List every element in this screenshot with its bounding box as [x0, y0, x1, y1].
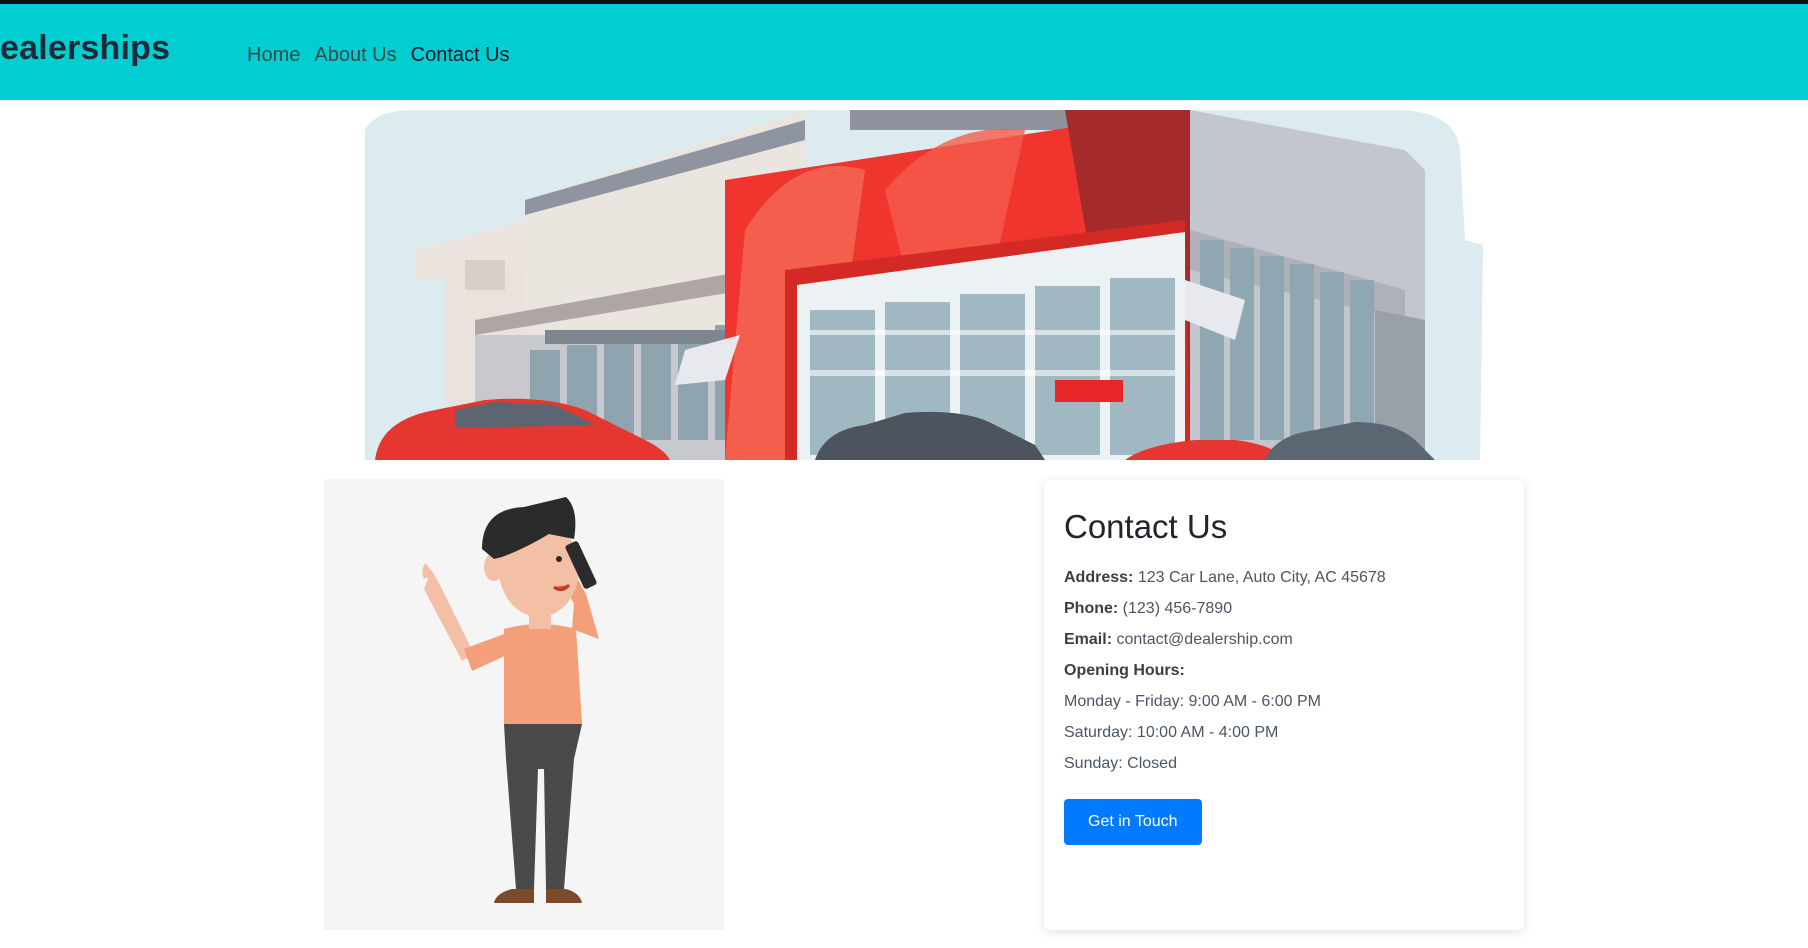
address-line: Address: 123 Car Lane, Auto City, AC 456…: [1064, 568, 1504, 587]
address-label: Address:: [1064, 569, 1134, 586]
hours-saturday: Saturday: 10:00 AM - 4:00 PM: [1064, 724, 1279, 741]
hours-line: Opening Hours:: [1064, 661, 1504, 680]
hero-image: [345, 110, 1485, 460]
email-label: Email:: [1064, 631, 1113, 648]
person-illustration-panel: [324, 479, 724, 930]
contact-card: Contact Us Address: 123 Car Lane, Auto C…: [1044, 480, 1524, 930]
contact-title: Contact Us: [1064, 508, 1228, 545]
nav-link-home[interactable]: Home: [247, 44, 300, 67]
man-on-phone-illustration: [422, 497, 599, 903]
hours-weekday: Monday - Friday: 9:00 AM - 6:00 PM: [1064, 693, 1321, 710]
phone-value: (123) 456-7890: [1122, 600, 1233, 617]
nav-links: Home About Us Contact Us: [247, 44, 510, 67]
dealership-building-illustration: [365, 110, 1483, 460]
nav-link-contact-us[interactable]: Contact Us: [411, 44, 510, 67]
get-in-touch-button[interactable]: Get in Touch: [1064, 799, 1202, 845]
nav-link-about-us[interactable]: About Us: [314, 44, 396, 67]
hours-label: Opening Hours:: [1064, 662, 1185, 679]
email-line: Email: contact@dealership.com: [1064, 630, 1504, 649]
navbar: ealerships Home About Us Contact Us: [0, 4, 1808, 100]
phone-label: Phone:: [1064, 600, 1119, 617]
phone-line: Phone: (123) 456-7890: [1064, 599, 1504, 618]
address-value: 123 Car Lane, Auto City, AC 45678: [1137, 569, 1386, 586]
brand-title[interactable]: ealerships: [0, 29, 170, 68]
email-value: contact@dealership.com: [1116, 631, 1293, 648]
hours-sunday: Sunday: Closed: [1064, 755, 1177, 772]
